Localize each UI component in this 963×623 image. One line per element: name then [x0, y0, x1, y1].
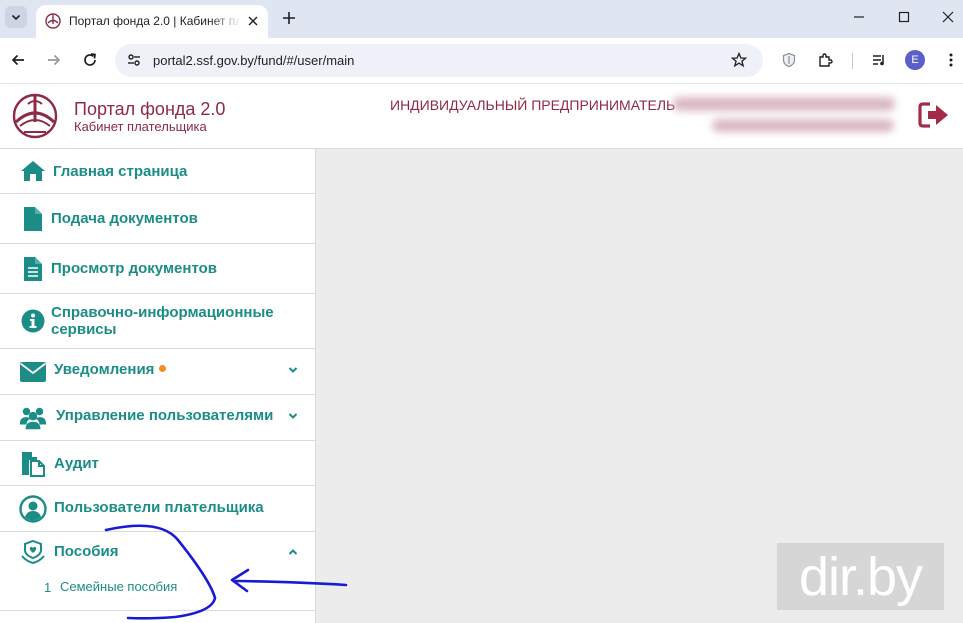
fund-logo-icon[interactable] — [10, 92, 60, 140]
audit-icon — [19, 450, 47, 478]
browser-toolbar: portal2.ssf.gov.by/fund/#/user/main E — [0, 38, 963, 84]
sidebar-item-benefits[interactable]: Пособия 1 Семейные пособия — [0, 532, 315, 611]
reload-icon — [84, 53, 96, 66]
notification-badge — [159, 365, 167, 372]
home-icon — [19, 157, 47, 185]
tab-search-button[interactable] — [5, 6, 27, 28]
sidebar-item-label: Аудит — [54, 455, 99, 472]
sidebar-item-label: Уведомления — [54, 361, 167, 378]
forward-button[interactable] — [43, 49, 65, 71]
sidebar-item-payer-users[interactable]: Пользователи плательщика — [0, 486, 315, 532]
notifications-label: Уведомления — [54, 361, 155, 378]
profile-avatar[interactable]: E — [905, 50, 925, 70]
watermark: dir.by — [777, 543, 944, 610]
sidebar-item-user-management[interactable]: Управление пользователями — [0, 395, 315, 441]
browser-tab-active[interactable]: Портал фонда 2.0 | Кабинет плательщика — [36, 5, 268, 38]
watermark-text: dir.by — [798, 546, 923, 607]
chevron-down-icon[interactable] — [286, 363, 300, 377]
url-text[interactable]: portal2.ssf.gov.by/fund/#/user/main — [153, 53, 354, 68]
sidebar-item-label: Справочно-информационные сервисы — [51, 304, 274, 338]
user-type-label: ИНДИВИДУАЛЬНЫЙ ПРЕДПРИНИМАТЕЛЬ — [390, 97, 676, 113]
chevron-down-icon[interactable] — [286, 409, 300, 423]
maximize-icon — [898, 11, 910, 23]
sidebar-item-label: Подача документов — [51, 210, 198, 227]
back-button[interactable] — [7, 49, 29, 71]
app-title: Портал фонда 2.0 — [74, 99, 226, 119]
sidebar-item-view-documents[interactable]: Просмотр документов — [0, 244, 315, 294]
sidebar-menu: Главная страница Подача документов Просм… — [0, 149, 316, 623]
maximize-window-button[interactable] — [891, 6, 917, 28]
care-icon — [19, 538, 47, 566]
plus-icon — [283, 12, 295, 24]
bookmark-star-icon[interactable] — [729, 50, 749, 70]
close-icon — [942, 11, 954, 23]
site-info-icon[interactable] — [124, 50, 144, 70]
minimize-icon — [854, 16, 864, 18]
close-tab-icon[interactable] — [246, 14, 260, 28]
info-icon — [19, 307, 47, 335]
sidebar-item-label: Управление пользователями — [56, 407, 274, 424]
media-control-icon[interactable] — [868, 49, 890, 71]
sidebar-item-label: Просмотр документов — [51, 260, 217, 277]
sidebar-item-label: Главная страница — [53, 163, 188, 180]
user-circle-icon — [19, 495, 47, 523]
sidebar-item-home[interactable]: Главная страница — [0, 149, 315, 194]
envelope-icon — [19, 358, 47, 386]
shield-extension-icon[interactable] — [778, 49, 800, 71]
redacted-user-id — [712, 119, 894, 132]
portal-header: Портал фонда 2.0 Кабинет плательщика ИНД… — [0, 85, 963, 149]
redacted-user-name — [673, 97, 895, 111]
address-bar[interactable]: portal2.ssf.gov.by/fund/#/user/main — [115, 44, 763, 77]
sidebar-item-reference-services[interactable]: Справочно-информационные сервисы — [0, 294, 315, 349]
browser-tab-bar: Портал фонда 2.0 | Кабинет плательщика — [0, 0, 963, 38]
extensions-puzzle-icon[interactable] — [814, 49, 836, 71]
app-subtitle: Кабинет плательщика — [74, 119, 207, 134]
chevron-down-icon — [11, 14, 21, 21]
kebab-menu-icon[interactable] — [940, 49, 962, 71]
portal-favicon-icon — [45, 13, 61, 29]
toolbar-divider — [852, 53, 853, 69]
arrow-right-icon — [48, 54, 61, 66]
logout-icon[interactable] — [918, 101, 950, 129]
document-list-icon — [19, 255, 47, 283]
document-icon — [19, 205, 47, 233]
subitem-number: 1 — [44, 580, 52, 595]
sidebar-item-submit-documents[interactable]: Подача документов — [0, 194, 315, 244]
users-icon — [19, 404, 47, 432]
tab-title: Портал фонда 2.0 | Кабинет плательщика — [69, 14, 241, 28]
chevron-up-icon[interactable] — [286, 545, 300, 559]
close-window-button[interactable] — [935, 6, 961, 28]
arrow-left-icon — [11, 54, 24, 66]
sidebar-item-audit[interactable]: Аудит — [0, 441, 315, 486]
sidebar-item-label: Пособия — [54, 543, 119, 560]
new-tab-button[interactable] — [279, 8, 299, 28]
subitem-family-benefits[interactable]: Семейные пособия — [60, 579, 177, 594]
sidebar-item-label: Пользователи плательщика — [54, 499, 264, 516]
minimize-window-button[interactable] — [846, 6, 872, 28]
reload-button[interactable] — [79, 49, 101, 71]
sidebar-item-notifications[interactable]: Уведомления — [0, 349, 315, 395]
